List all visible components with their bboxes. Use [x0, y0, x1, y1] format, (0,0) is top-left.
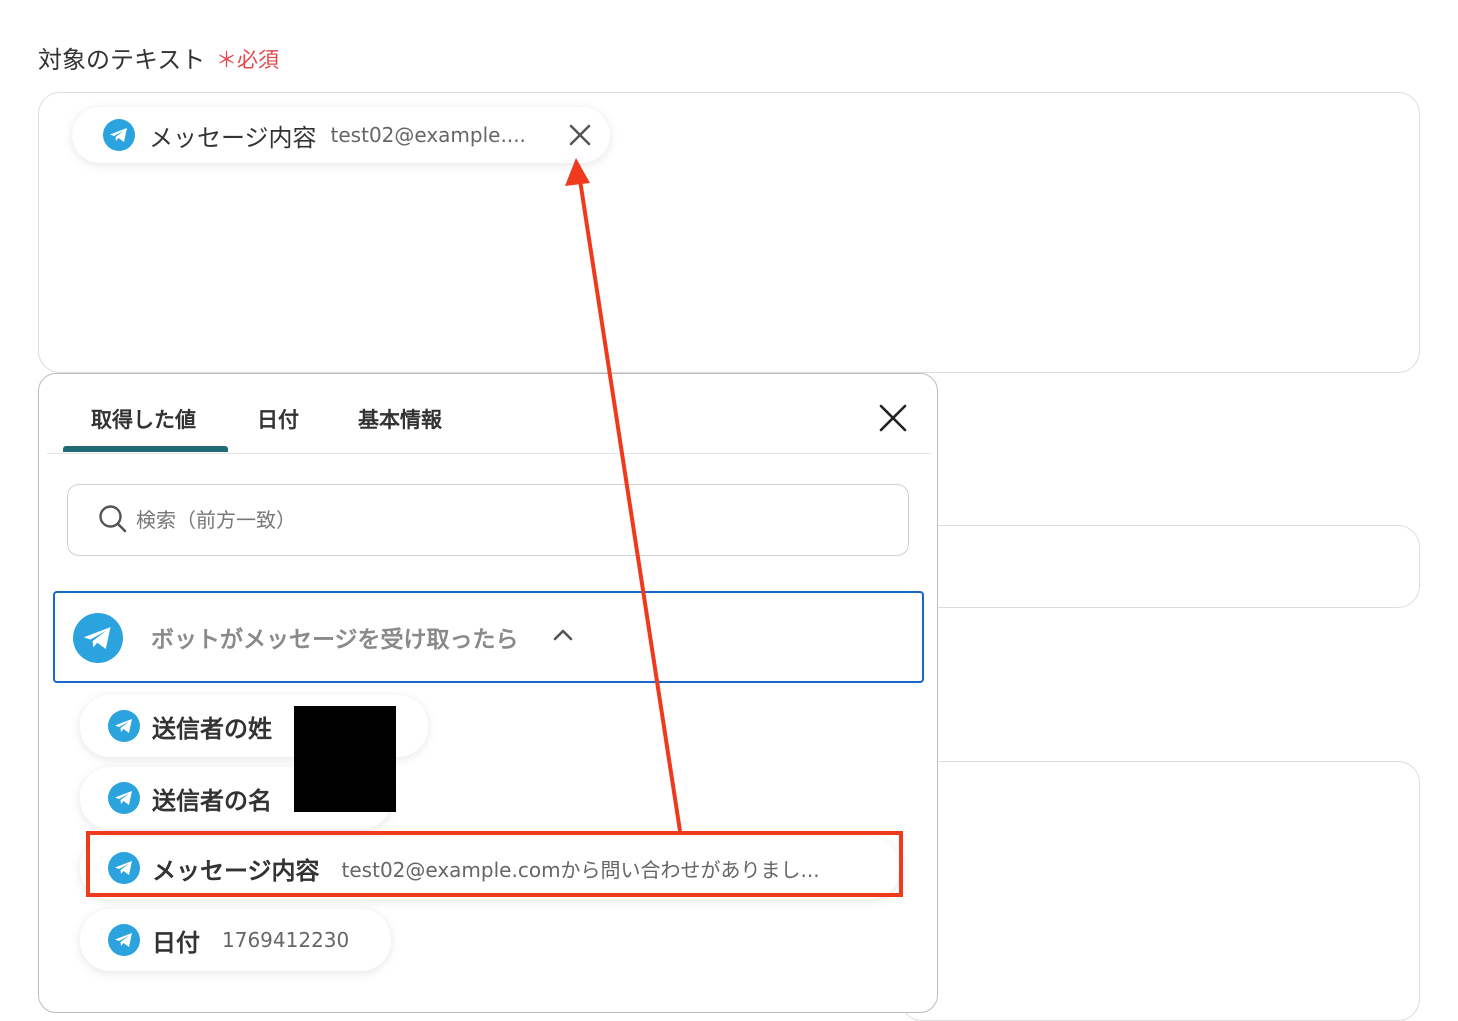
variable-item-label: 送信者の姓 [152, 714, 272, 743]
trigger-group-header[interactable]: ボットがメッセージを受け取ったら [53, 591, 924, 683]
variable-item-label: 日付 [152, 928, 200, 957]
chevron-up-icon[interactable] [553, 627, 573, 641]
telegram-icon [108, 924, 140, 956]
close-icon[interactable] [877, 402, 909, 434]
tab-basic-info[interactable]: 基本情報 [358, 404, 442, 434]
required-badge: ＊必須 [216, 48, 279, 72]
background-field-box[interactable] [900, 761, 1420, 1021]
search-icon [99, 505, 127, 533]
active-tab-indicator [63, 446, 228, 452]
telegram-icon [108, 782, 140, 814]
trigger-group-label: ボットがメッセージを受け取ったら [151, 627, 519, 653]
annotation-highlight-box [86, 831, 903, 897]
tab-divider [47, 453, 931, 454]
variable-item-value: 1769412230 [222, 928, 350, 952]
selected-variable-chip[interactable]: メッセージ内容 test02@example.... [72, 107, 610, 163]
chip-value: test02@example.... [330, 123, 526, 147]
chip-label: メッセージ内容 [149, 123, 317, 152]
close-icon[interactable] [566, 121, 594, 149]
search-box[interactable] [67, 484, 909, 556]
telegram-icon [103, 119, 135, 151]
background-field-box[interactable] [900, 525, 1420, 608]
variable-item-label: 送信者の名 [152, 786, 272, 815]
redaction-block [294, 706, 396, 812]
tab-acquired-values[interactable]: 取得した値 [91, 404, 196, 434]
field-label: 対象のテキスト [38, 46, 206, 74]
telegram-icon [108, 710, 140, 742]
variable-item-date[interactable]: 日付 1769412230 [80, 909, 391, 971]
search-input[interactable] [136, 499, 836, 541]
telegram-icon [73, 613, 123, 663]
variable-picker-panel: 取得した値 日付 基本情報 ボットがメッセージを受け取ったら 送信者の姓 [38, 373, 938, 1013]
tab-date[interactable]: 日付 [257, 404, 299, 434]
